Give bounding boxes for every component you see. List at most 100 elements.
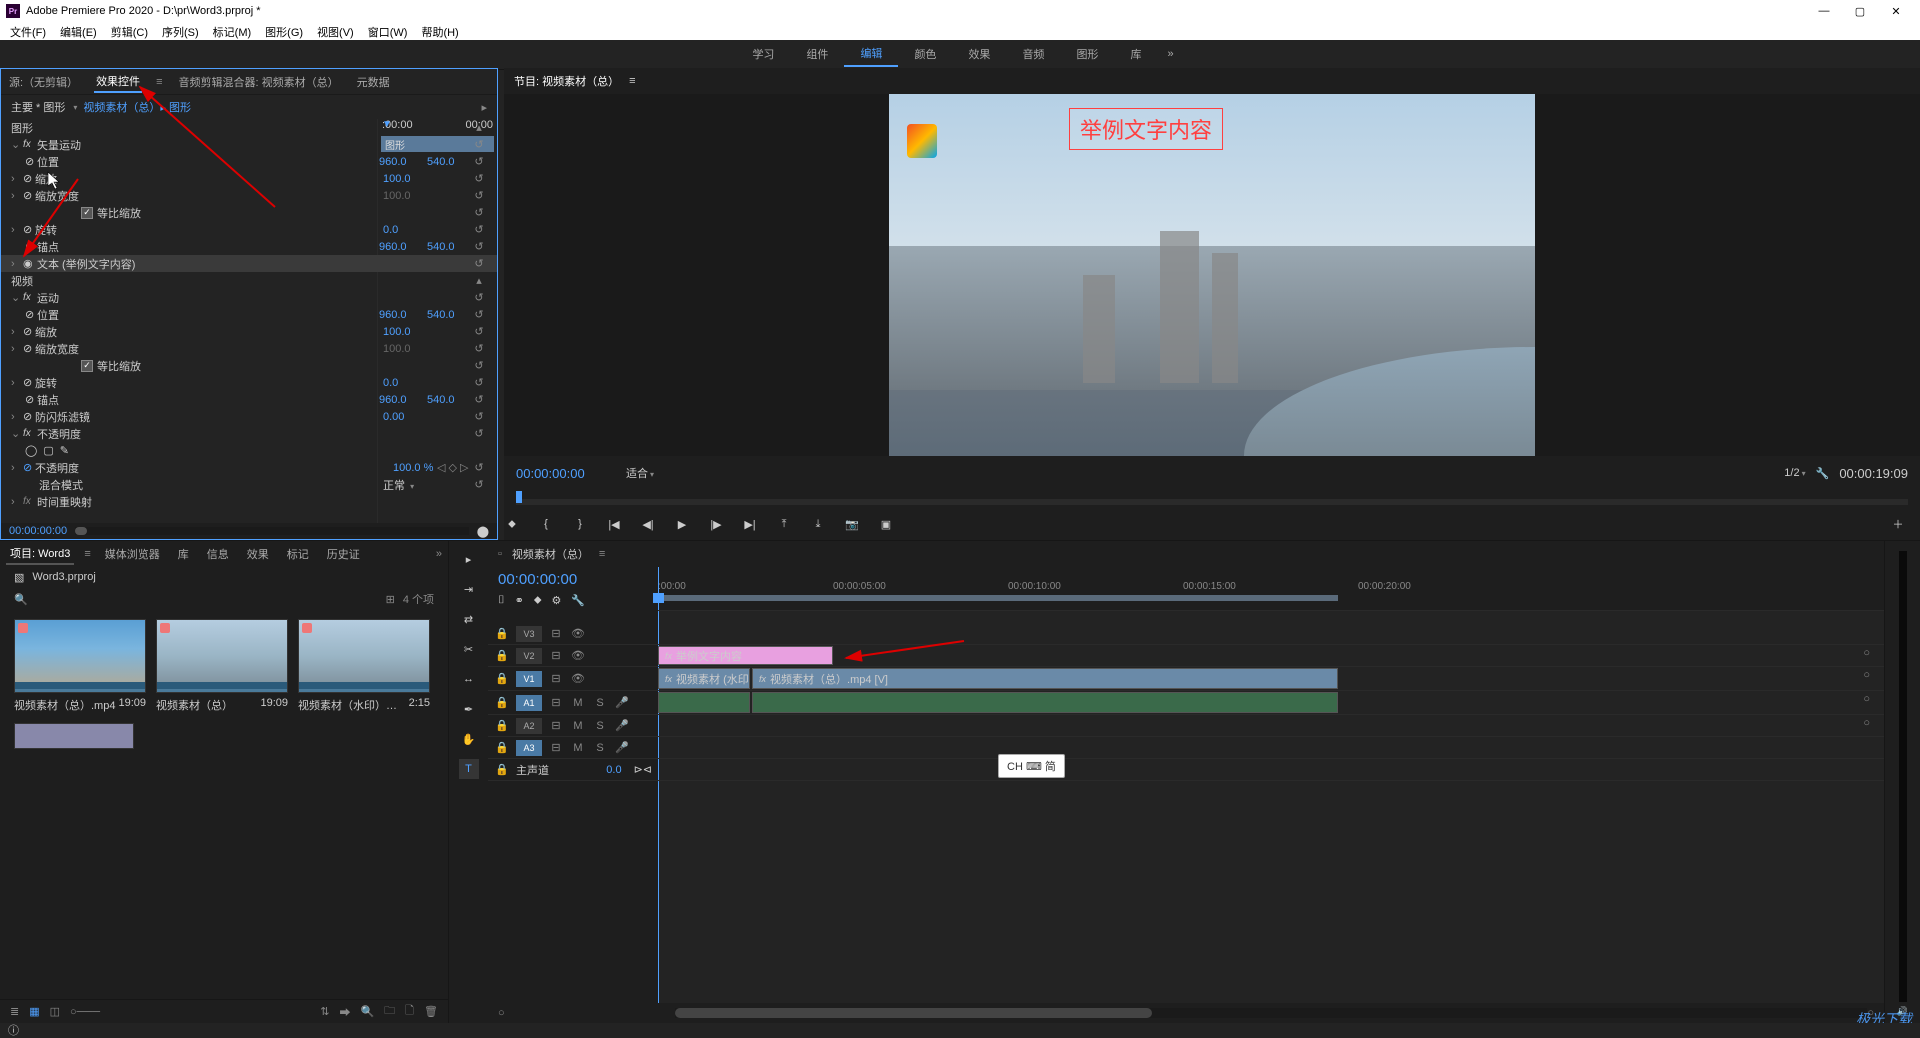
blend-mode-select[interactable]: 正常 ▾: [383, 477, 427, 493]
ws-color[interactable]: 颜色: [898, 42, 952, 66]
thumbnail[interactable]: [14, 723, 134, 749]
close-button[interactable]: ✕: [1878, 5, 1914, 18]
ws-overflow[interactable]: »: [1157, 44, 1183, 64]
track-header-a2[interactable]: 🔒A2⊟MS🎤: [488, 715, 658, 737]
ellipse-mask-icon[interactable]: ◯: [25, 444, 37, 457]
anchor-y-input[interactable]: 540.0: [427, 241, 471, 253]
pos-y-input[interactable]: 540.0: [427, 156, 471, 168]
rect-mask-icon[interactable]: ▢: [43, 444, 53, 457]
rotation-input[interactable]: 0.0: [383, 224, 427, 236]
text-overlay[interactable]: 举例文字内容: [1069, 108, 1223, 150]
type-tool-icon[interactable]: T: [459, 759, 479, 779]
panel-menu-icon[interactable]: ≡: [599, 548, 605, 560]
extract-icon[interactable]: ⤓: [810, 518, 826, 531]
marker-icon[interactable]: ⬥: [534, 594, 542, 607]
program-viewport[interactable]: 举例文字内容: [504, 94, 1920, 456]
menu-window[interactable]: 窗口(W): [362, 24, 414, 40]
menu-graphics[interactable]: 图形(G): [259, 24, 309, 40]
step-forward-icon[interactable]: |▶: [708, 518, 724, 531]
icon-view-icon[interactable]: ▦: [29, 1005, 39, 1018]
timeline-playhead[interactable]: [658, 567, 659, 610]
snap-icon[interactable]: ⌷: [498, 594, 505, 607]
maximize-button[interactable]: ▢: [1842, 5, 1878, 18]
ws-libraries[interactable]: 库: [1114, 42, 1157, 66]
go-to-out-icon[interactable]: ▶|: [742, 518, 758, 531]
ws-editing[interactable]: 编辑: [844, 41, 898, 67]
no-sequence-icon[interactable]: ▫: [498, 548, 502, 560]
menu-file[interactable]: 文件(F): [4, 24, 52, 40]
menu-sequence[interactable]: 序列(S): [156, 24, 205, 40]
bin-item[interactable]: [14, 723, 134, 749]
tab-libraries[interactable]: 库: [174, 544, 193, 564]
freeform-view-icon[interactable]: ◫: [50, 1005, 60, 1018]
find-icon[interactable]: 🔍: [360, 1005, 374, 1018]
menu-help[interactable]: 帮助(H): [415, 24, 464, 40]
clip-video-watermark[interactable]: fx视频素材 (水印: [658, 668, 750, 689]
program-playhead[interactable]: [516, 491, 522, 503]
zoom-out-icon[interactable]: ○: [498, 1007, 505, 1019]
bin-item[interactable]: 视频素材（总）19:09: [156, 619, 288, 713]
scroll-up-icon[interactable]: ▴: [471, 274, 487, 287]
expand-icon[interactable]: ⊳⊲: [634, 763, 652, 776]
settings-icon[interactable]: 🔧: [1816, 467, 1830, 480]
track-header-a3[interactable]: 🔒A3⊟MS🎤: [488, 737, 658, 759]
ws-effects[interactable]: 效果: [952, 42, 1006, 66]
ec-scrollbar[interactable]: [75, 527, 469, 535]
reset-icon[interactable]: ↺: [471, 138, 487, 151]
minimize-button[interactable]: —: [1806, 5, 1842, 17]
ec-vector-motion[interactable]: ⌄fx矢量运动↺: [1, 136, 497, 153]
program-timecode-left[interactable]: 00:00:00:00: [516, 466, 616, 481]
fit-select[interactable]: 适合▾: [626, 465, 654, 481]
lock-icon[interactable]: 🔒: [494, 627, 510, 640]
clip-video-main[interactable]: fx视频素材（总）.mp4 [V]: [752, 668, 1338, 689]
selection-tool-icon[interactable]: ▸: [459, 549, 479, 569]
tab-effects[interactable]: 效果: [243, 544, 273, 564]
mark-in-icon[interactable]: ⬥: [504, 518, 520, 531]
tab-media-browser[interactable]: 媒体浏览器: [101, 544, 164, 564]
clip-audio-1a[interactable]: [658, 692, 750, 713]
tab-program[interactable]: 节目: 视频素材（总）: [514, 73, 619, 89]
tab-info[interactable]: 信息: [203, 544, 233, 564]
scale-input[interactable]: 100.0: [383, 173, 427, 185]
ec-motion[interactable]: ⌄fx运动↺: [1, 289, 497, 306]
timeline-timecode[interactable]: 00:00:00:00: [498, 571, 648, 588]
settings-icon[interactable]: ⚙: [552, 594, 562, 607]
list-view-icon[interactable]: ≣: [10, 1005, 19, 1018]
clip-text[interactable]: fx举例文字内容: [658, 646, 833, 665]
track-select-tool-icon[interactable]: ⇥: [459, 579, 479, 599]
track-header-master[interactable]: 🔒主声道0.0⊳⊲: [488, 759, 658, 781]
zoom-slider[interactable]: ○───: [70, 1006, 100, 1018]
track-header-a1[interactable]: 🔒A1⊟MS🎤: [488, 691, 658, 715]
search-bin-icon[interactable]: ⊞: [386, 593, 395, 606]
voiceover-icon[interactable]: 🎤: [614, 696, 630, 709]
eye-icon[interactable]: ◉: [23, 257, 37, 270]
clear-icon[interactable]: 🗑: [424, 1005, 438, 1018]
timeline-scrollbar[interactable]: [675, 1008, 1868, 1018]
ec-path-clip[interactable]: 视频素材（总）▸ 图形: [83, 99, 191, 115]
hand-tool-icon[interactable]: ✋: [459, 729, 479, 749]
ec-opacity[interactable]: ⌄fx不透明度↺: [1, 425, 497, 442]
panel-menu-icon[interactable]: ≡: [629, 75, 635, 87]
bin-item[interactable]: 视频素材（水印）…2:15: [298, 619, 430, 713]
tab-markers[interactable]: 标记: [283, 544, 313, 564]
tab-effect-controls[interactable]: 效果控件: [94, 71, 142, 93]
anchor-x-input[interactable]: 960.0: [379, 241, 423, 253]
automate-icon[interactable]: ⮕: [339, 1004, 350, 1020]
new-bin-icon[interactable]: 🗀: [384, 1002, 395, 1021]
sync-lock-icon[interactable]: ⊟: [548, 627, 564, 640]
slip-tool-icon[interactable]: ↔: [459, 669, 479, 689]
wrench-icon[interactable]: 🔧: [571, 594, 585, 607]
pos-x-input[interactable]: 960.0: [379, 156, 423, 168]
ws-graphics[interactable]: 图形: [1060, 42, 1114, 66]
mark-out-button[interactable]: }: [572, 518, 588, 530]
search-icon[interactable]: 🔍: [14, 593, 28, 606]
track-header-v1[interactable]: 🔒V1⊟👁: [488, 667, 658, 691]
pen-tool-icon[interactable]: ✒: [459, 699, 479, 719]
zoom-select[interactable]: 1/2▾: [1784, 467, 1805, 479]
menu-clip[interactable]: 剪辑(C): [105, 24, 154, 40]
bin-icon[interactable]: ▧: [14, 571, 24, 584]
play-button[interactable]: ▶: [674, 518, 690, 531]
step-back-icon[interactable]: ◀|: [640, 518, 656, 531]
panel-menu-icon[interactable]: ≡: [84, 548, 90, 560]
search-input[interactable]: [36, 593, 378, 605]
